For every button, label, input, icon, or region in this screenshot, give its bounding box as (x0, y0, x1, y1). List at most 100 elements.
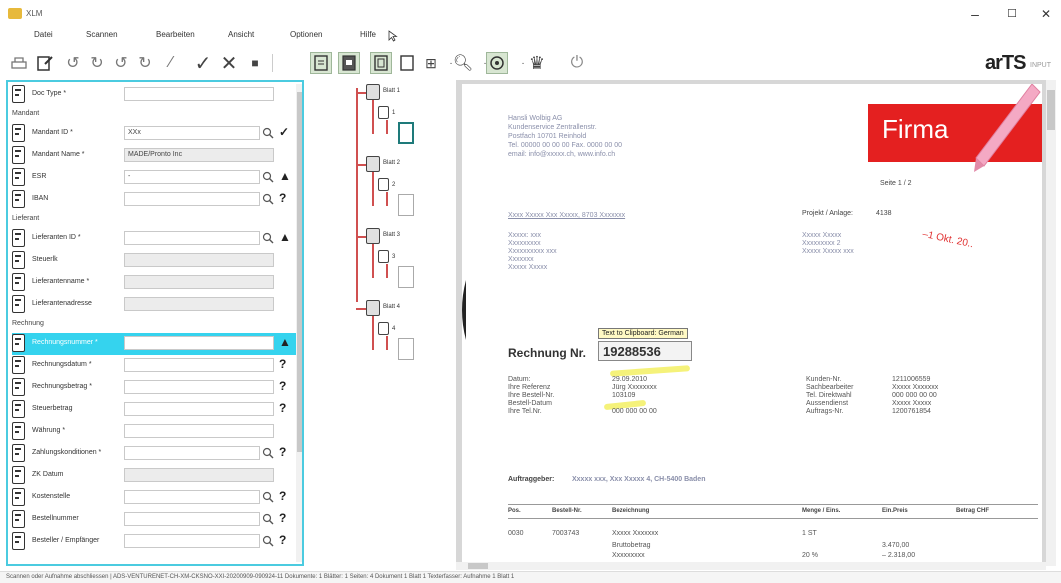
field-input[interactable] (124, 358, 274, 372)
tree-connector-line (386, 120, 388, 134)
field-input[interactable]: MADE/Pronto Inc (124, 148, 274, 162)
rotate-right-icon[interactable]: ↻ (86, 52, 108, 74)
page-node-icon[interactable] (378, 106, 389, 119)
rotate-page-icon[interactable]: ↻ (134, 52, 156, 74)
field-input[interactable] (124, 512, 260, 526)
field-input[interactable] (124, 380, 274, 394)
document-text-line: Xxxxx Xxxxx (892, 400, 932, 407)
field-input[interactable] (124, 534, 260, 548)
crown-icon[interactable]: ♛ (526, 52, 548, 74)
field-input[interactable] (124, 253, 274, 267)
table-cell: 3.470,00 (882, 542, 910, 549)
field-input[interactable]: - (124, 170, 260, 184)
sender-block: Hansli Wolbig AG Kundenservice Zentrallen… (508, 114, 622, 159)
form-field-row: Mandant ID * XXx ✓ (12, 123, 296, 145)
tree-connector-line (356, 88, 358, 302)
single-page-icon[interactable] (396, 52, 418, 74)
document-text-line: Aussendienst (806, 400, 849, 407)
rotate-left-icon[interactable]: ↺ (62, 52, 84, 74)
field-input[interactable] (124, 192, 260, 206)
search-icon[interactable] (262, 513, 274, 525)
search-icon[interactable] (262, 193, 274, 205)
field-label: Rechnungsdatum * (32, 361, 92, 368)
field-input[interactable] (124, 490, 260, 504)
viewer-horizontal-thumb[interactable] (468, 563, 488, 569)
document-text-line: Jürg Xxxxxxxx (612, 384, 657, 391)
field-input[interactable] (124, 446, 260, 460)
invoice-number-selection[interactable]: 19288536 (598, 341, 692, 361)
cancel-x-icon[interactable]: ✕ (218, 52, 240, 75)
page-view-icon[interactable] (310, 52, 332, 74)
tree-connector-line (356, 92, 366, 94)
search-icon[interactable] (262, 447, 274, 459)
form-scrollbar-thumb[interactable] (297, 92, 302, 452)
search-icon[interactable] (262, 535, 274, 547)
menu-datei[interactable]: Datei (34, 30, 53, 39)
minimize-button[interactable]: – (960, 4, 990, 24)
menu-bearbeiten[interactable]: Bearbeiten (156, 30, 195, 39)
field-document-icon (12, 295, 25, 313)
page-node-icon[interactable] (378, 178, 389, 191)
page-image-icon[interactable] (338, 52, 360, 74)
viewer-vertical-thumb[interactable] (1047, 90, 1055, 130)
table-cell: – 2.318,00 (882, 552, 916, 559)
fit-page-icon[interactable] (370, 52, 392, 74)
magic-wand-icon[interactable]: ⁄ (160, 52, 182, 74)
field-label: Kostenstelle (32, 493, 71, 500)
stop-icon[interactable]: ■ (244, 52, 266, 74)
close-button[interactable]: ✕ (1031, 4, 1061, 24)
ocr-select-icon[interactable] (486, 52, 508, 74)
search-icon[interactable] (262, 127, 274, 139)
field-input[interactable] (124, 336, 274, 350)
zoom-icon[interactable]: 🔍︎ (452, 52, 474, 74)
field-input[interactable] (124, 402, 274, 416)
document-text-line: Xxxxx Xxxxx (802, 232, 842, 239)
form-field-row: IBAN? (12, 189, 296, 211)
viewer-horizontal-scrollbar[interactable] (456, 562, 1046, 570)
menu-hilfe[interactable]: Hilfe (360, 30, 376, 39)
rotate-180-icon[interactable]: ↺ (110, 52, 132, 74)
page-thumbnail[interactable] (398, 194, 414, 216)
viewer-vertical-scrollbar[interactable] (1046, 80, 1056, 566)
field-document-icon (12, 251, 25, 269)
field-input[interactable] (124, 468, 274, 482)
address-right: Xxxxx Xxxxx Xxxxxxxxx 2 Xxxxx Xxxxx xxx (802, 232, 854, 256)
edit-document-icon[interactable] (34, 52, 56, 74)
page-thumbnail[interactable] (398, 266, 414, 288)
tree-connector-line (356, 308, 366, 310)
maximize-button[interactable]: ☐ (997, 4, 1027, 24)
power-icon[interactable]: ⏻ (566, 52, 588, 74)
page-node-icon[interactable] (378, 250, 389, 263)
field-input[interactable] (124, 231, 260, 245)
scan-icon[interactable] (8, 52, 30, 74)
table-cell: 0030 (508, 530, 524, 537)
form-field-row: Steuerbetrag? (12, 399, 296, 421)
confirm-check-icon[interactable]: ✓ (192, 52, 214, 75)
page-thumbnail[interactable] (398, 122, 414, 144)
page-node-label: 1 (392, 110, 396, 116)
sheet-node-icon[interactable] (366, 228, 380, 244)
sheet-node-icon[interactable] (366, 156, 380, 172)
field-input[interactable] (124, 87, 274, 101)
search-icon[interactable] (262, 232, 274, 244)
search-icon[interactable] (262, 171, 274, 183)
field-input[interactable] (124, 275, 274, 289)
menu-ansicht[interactable]: Ansicht (228, 30, 254, 39)
sheet-node-icon[interactable] (366, 300, 380, 316)
field-input[interactable] (124, 297, 274, 311)
projekt-label: Projekt / Anlage: (802, 210, 853, 217)
field-input[interactable] (124, 424, 274, 438)
toolbar-separator (272, 54, 273, 72)
menu-scannen[interactable]: Scannen (86, 30, 118, 39)
menu-optionen[interactable]: Optionen (290, 30, 322, 39)
unknown-status-icon: ? (279, 533, 287, 547)
field-input[interactable]: XXx (124, 126, 260, 140)
page-thumbnail[interactable] (398, 338, 414, 360)
auftraggeber-value: Xxxxx xxx, Xxx Xxxxx 4, CH-5400 Baden (572, 476, 706, 483)
form-field-row: Bestellnummer? (12, 509, 296, 531)
page-node-icon[interactable] (378, 322, 389, 335)
sheet-node-icon[interactable] (366, 84, 380, 100)
thumbnails-icon[interactable]: ⊞ (420, 52, 442, 74)
search-icon[interactable] (262, 491, 274, 503)
table-header-cell: Bezeichnung (612, 508, 650, 514)
